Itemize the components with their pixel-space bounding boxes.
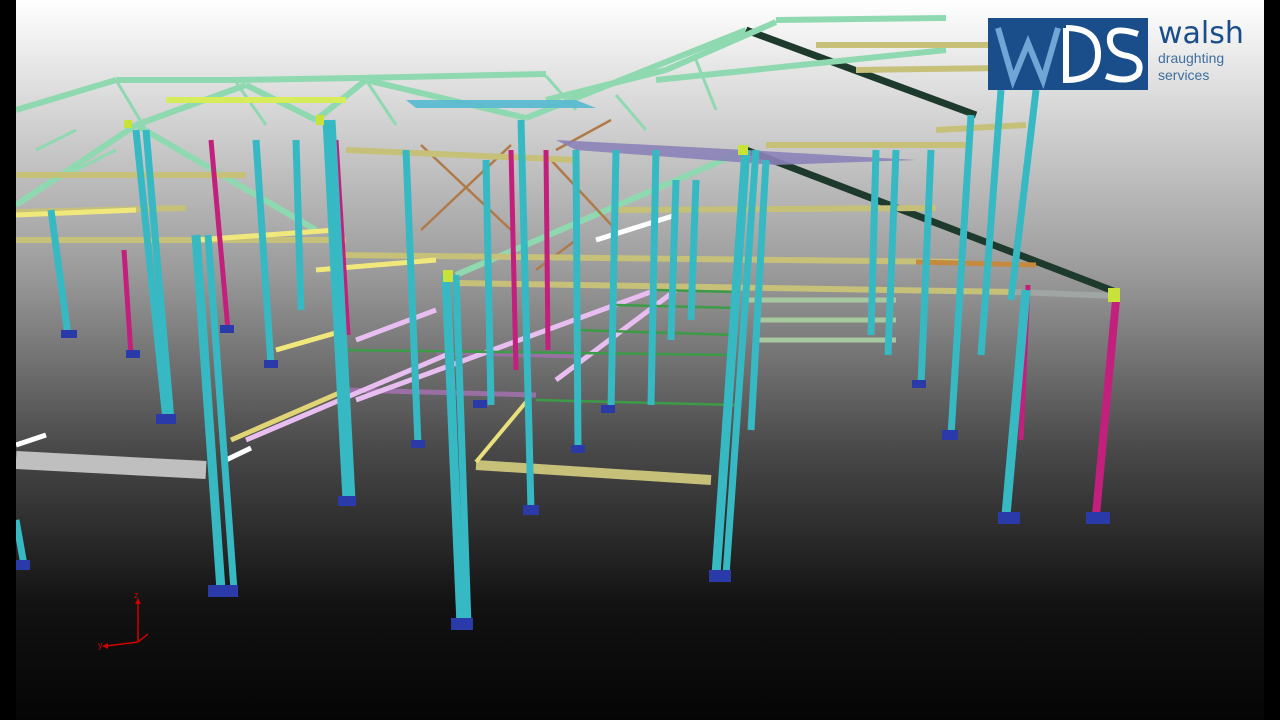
steel-frame-model xyxy=(16,15,1120,630)
axis-triad: z y xyxy=(96,590,176,660)
logo-company-name: walsh xyxy=(1158,16,1244,51)
roof-rafters xyxy=(16,15,1118,296)
logo-wordmark: walsh draughting services xyxy=(1158,18,1248,84)
letterbox-left xyxy=(0,0,16,720)
wds-logo-mark-icon: WDS xyxy=(988,18,1148,90)
grey-beam xyxy=(16,451,207,479)
logo-tagline-line2: services xyxy=(1158,67,1210,83)
tie-members xyxy=(345,288,737,407)
logo-mark-text: WDS xyxy=(1068,87,1071,89)
axis-y-label: y xyxy=(98,640,103,650)
company-logo: WDS walsh draughting services xyxy=(988,18,1244,92)
roof-panel-blue xyxy=(406,100,596,108)
logo-tagline-line1: draughting xyxy=(1158,50,1225,66)
letterbox-right xyxy=(1264,0,1280,720)
axis-z-label: z xyxy=(134,590,139,600)
3d-model-viewport[interactable]: WDS walsh draughting services z y xyxy=(16,0,1264,720)
primary-columns xyxy=(16,89,1040,626)
axis-triad-icon xyxy=(102,598,149,649)
